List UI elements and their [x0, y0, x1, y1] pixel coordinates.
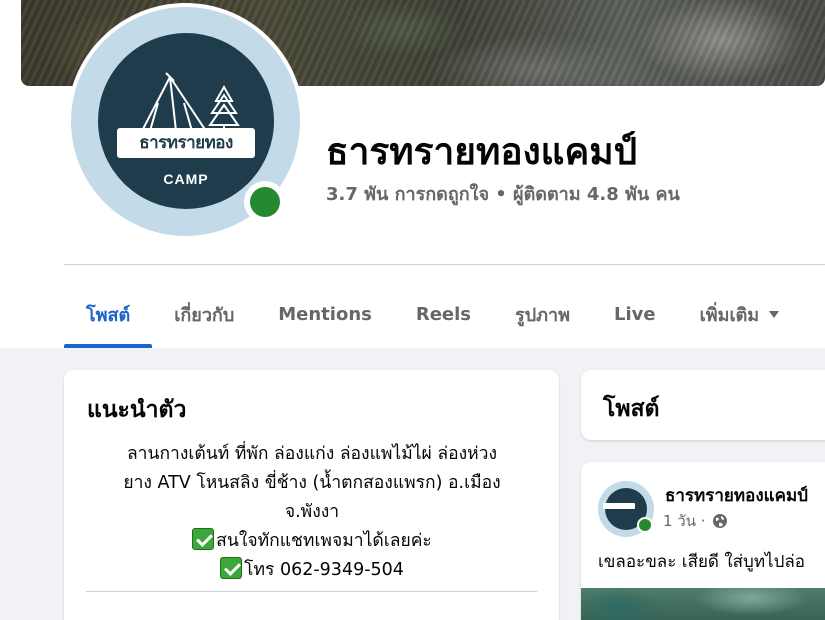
logo-subtext: CAMP [163, 171, 209, 187]
tab-more[interactable]: เพิ่มเติม [678, 280, 802, 348]
posts-header-card: โพสต์ [581, 370, 825, 440]
page-title: ธารทรายทองแคมป์ [326, 130, 638, 173]
dropdown-caret-icon [769, 310, 780, 318]
bio-line: ยาง ATV โหนสลิง ขี่ช้าง (น้ำตกสองแพรก) อ… [123, 473, 501, 493]
posts-title: โพสต์ [603, 396, 660, 422]
post-author-name[interactable]: ธารทรายทองแคมป์ [665, 482, 808, 509]
tab-about[interactable]: เกี่ยวกับ [152, 280, 256, 348]
intro-card: แนะนำตัว ลานกางเต้นท์ ที่พัก ล่องแก่ง ล่… [64, 370, 559, 620]
intro-title: แนะนำตัว [87, 397, 187, 423]
tab-mentions[interactable]: Mentions [256, 280, 394, 348]
tab-reels[interactable]: Reels [394, 280, 493, 348]
post-online-indicator [637, 517, 653, 533]
header-divider [64, 264, 825, 265]
tab-more-label: เพิ่มเติม [699, 304, 760, 326]
post-card: ธารทรายทองแคมป์ 1 วัน · เขลอะขละ เสียดี … [581, 462, 825, 620]
check-mark-icon [192, 528, 215, 550]
profile-tabs: โพสต์ เกี่ยวกับ Mentions Reels รูปภาพ Li… [64, 280, 801, 348]
bio-line-chat: สนใจทักแชทเพจมาได้เลยค่ะ [86, 527, 538, 556]
intro-divider [86, 591, 537, 592]
page-stats[interactable]: 3.7 พัน การกดถูกใจ • ผู้ติดตาม 4.8 พัน ค… [326, 179, 680, 208]
post-text: เขลอะขละ เสียดี ใส่บูทไปล่อ [598, 552, 805, 572]
facebook-page-profile: ธารทรายทอง CAMP ธารทรายทองแคมป์ 3.7 พัน … [0, 0, 825, 620]
bio-chat-text: สนใจทักแชทเพจมาได้เลยค่ะ [216, 531, 432, 551]
bio-line-phone: โทร 062-9349-504 [86, 556, 538, 585]
tab-live[interactable]: Live [592, 280, 678, 348]
mini-logo-banner [603, 503, 635, 509]
tab-photos[interactable]: รูปภาพ [493, 280, 592, 348]
logo-text: ธารทรายทอง [117, 128, 255, 158]
bio-line: จ.พังงา [284, 502, 340, 522]
check-mark-icon [220, 557, 243, 579]
post-meta: 1 วัน · [663, 509, 728, 533]
post-time[interactable]: 1 วัน · [663, 509, 706, 533]
online-status-indicator [244, 181, 286, 223]
bio-line: ลานกางเต้นท์ ที่พัก ล่องแก่ง ล่องแพไม้ไผ… [126, 444, 498, 464]
bio-phone-text: โทร 062-9349-504 [244, 560, 404, 580]
tab-posts[interactable]: โพสต์ [64, 280, 153, 348]
camp-logo: ธารทรายทอง CAMP [98, 33, 274, 209]
globe-icon [712, 514, 727, 528]
pine-tree-icon [208, 84, 240, 133]
post-image[interactable] [581, 588, 825, 620]
intro-bio: ลานกางเต้นท์ ที่พัก ล่องแก่ง ล่องแพไม้ไผ… [86, 440, 538, 585]
